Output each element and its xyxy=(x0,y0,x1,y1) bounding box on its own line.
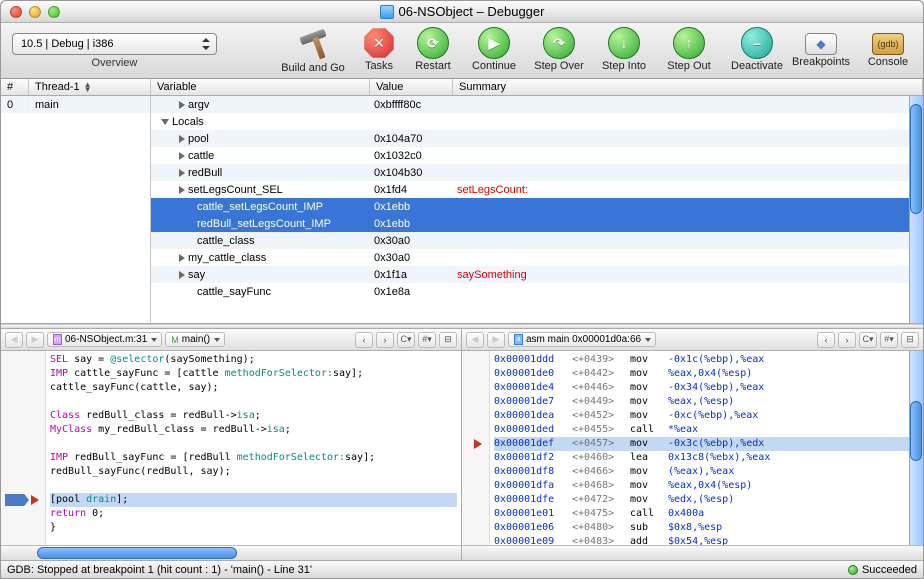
variables-tree[interactable]: argv0xbffff80cLocalspool0x104a70cattle0x… xyxy=(151,96,923,323)
status-text: GDB: Stopped at breakpoint 1 (hit count … xyxy=(7,564,312,576)
variable-row[interactable]: setLegsCount_SEL0x1fd4setLegsCount: xyxy=(151,181,923,198)
asm-row[interactable]: 0x00001ddd<+0439>mov-0x1c(%ebp),%eax xyxy=(494,353,919,367)
asm-back-button[interactable]: ◀ xyxy=(466,332,484,348)
restart-button[interactable]: ⟳ xyxy=(417,27,449,59)
file-crumb[interactable]: m06-NSObject.m:31 xyxy=(47,332,162,347)
variable-row[interactable]: Locals xyxy=(151,113,923,130)
variable-row[interactable]: cattle_sayFunc0x1e8a xyxy=(151,283,923,300)
source-gutter[interactable] xyxy=(1,351,46,545)
variable-row[interactable]: pool0x104a70 xyxy=(151,130,923,147)
asm-aux-1[interactable]: ‹ xyxy=(817,332,835,348)
asm-row[interactable]: 0x00001df2<+0460>lea0x13c8(%ebx),%eax xyxy=(494,451,919,465)
nav-aux-1[interactable]: ‹ xyxy=(355,332,373,348)
col-variable[interactable]: Variable xyxy=(151,79,370,95)
step-over-button[interactable]: ↷ xyxy=(543,27,575,59)
asm-row[interactable]: 0x00001ded<+0455>call*%eax xyxy=(494,423,919,437)
continue-button[interactable]: ▶ xyxy=(478,27,510,59)
overview-label: Overview xyxy=(92,57,138,69)
asm-row[interactable]: 0x00001e09<+0483>add$0x54,%esp xyxy=(494,535,919,545)
asm-row[interactable]: 0x00001de0<+0442>mov%eax,0x4(%esp) xyxy=(494,367,919,381)
variables-scrollbar[interactable] xyxy=(909,96,923,323)
asm-pc-arrow-icon xyxy=(474,439,482,449)
asm-view[interactable]: 0x00001ddd<+0439>mov-0x1c(%ebp),%eax0x00… xyxy=(490,351,923,545)
nav-aux-2[interactable]: › xyxy=(376,332,394,348)
asm-file-crumb[interactable]: aasm main 0x00001d0a:66 xyxy=(508,332,656,347)
step-out-button[interactable]: ↑ xyxy=(673,27,705,59)
asm-row[interactable]: 0x00001e06<+0480>sub$0x8,%esp xyxy=(494,521,919,535)
status-bar: GDB: Stopped at breakpoint 1 (hit count … xyxy=(1,560,923,578)
func-crumb[interactable]: Mmain() xyxy=(165,332,225,347)
nav-aux-hash[interactable]: #▾ xyxy=(418,332,436,348)
pc-arrow-icon xyxy=(31,495,39,505)
overview-select[interactable]: 10.5 | Debug | i386 xyxy=(12,33,217,55)
asm-row[interactable]: 0x00001def<+0457>mov-0x3c(%ebp),%edx xyxy=(494,437,919,451)
asm-row[interactable]: 0x00001dea<+0452>mov-0xc(%ebp),%eax xyxy=(494,409,919,423)
back-button[interactable]: ◀ xyxy=(5,332,23,348)
asm-aux-c[interactable]: C▾ xyxy=(859,332,877,348)
toolbar: 10.5 | Debug | i386 Overview Build and G… xyxy=(1,23,923,79)
variable-row[interactable]: cattle_setLegsCount_IMP0x1ebb xyxy=(151,198,923,215)
build-and-go-label: Build and Go xyxy=(281,62,345,74)
col-value[interactable]: Value xyxy=(370,79,453,95)
col-thread[interactable]: Thread-1▲▼ xyxy=(29,79,151,95)
asm-row[interactable]: 0x00001dfa<+0468>mov%eax,0x4(%esp) xyxy=(494,479,919,493)
tasks-button[interactable]: ✕ xyxy=(363,27,395,59)
asm-row[interactable]: 0x00001de4<+0446>mov-0x34(%ebp),%eax xyxy=(494,381,919,395)
col-summary[interactable]: Summary xyxy=(453,79,923,95)
asm-aux-hash[interactable]: #▾ xyxy=(880,332,898,348)
asm-nav-bar: ◀ ▶ aasm main 0x00001d0a:66 ‹ › C▾ #▾ ⊟ xyxy=(462,329,923,351)
nav-aux-c[interactable]: C▾ xyxy=(397,332,415,348)
variable-row[interactable]: say0x1f1asaySomething xyxy=(151,266,923,283)
asm-aux-2[interactable]: › xyxy=(838,332,856,348)
source-editor[interactable]: SEL say = @selector(saySomething);IMP ca… xyxy=(46,351,461,545)
titlebar: 06-NSObject – Debugger xyxy=(1,1,923,23)
success-icon xyxy=(848,565,858,575)
source-hscroll[interactable] xyxy=(1,545,461,560)
variable-row[interactable]: my_cattle_class0x30a0 xyxy=(151,249,923,266)
col-index[interactable]: # xyxy=(1,79,29,95)
asm-forward-button[interactable]: ▶ xyxy=(487,332,505,348)
asm-scrollbar[interactable] xyxy=(909,351,923,545)
variable-row[interactable]: argv0xbffff80c xyxy=(151,96,923,113)
variables-header: # Thread-1▲▼ Variable Value Summary xyxy=(1,79,923,96)
asm-row[interactable]: 0x00001df8<+0466>mov(%eax),%eax xyxy=(494,465,919,479)
variable-row[interactable]: redBull0x104b30 xyxy=(151,164,923,181)
asm-hscroll[interactable] xyxy=(462,545,923,560)
forward-button[interactable]: ▶ xyxy=(26,332,44,348)
asm-row[interactable]: 0x00001de7<+0449>mov%eax,(%esp) xyxy=(494,395,919,409)
thread-name: main xyxy=(29,99,59,111)
variable-row[interactable]: cattle_class0x30a0 xyxy=(151,232,923,249)
variable-row[interactable]: cattle0x1032c0 xyxy=(151,147,923,164)
thread-list[interactable]: 0 main xyxy=(1,96,151,323)
nav-aux-split[interactable]: ⊟ xyxy=(439,332,457,348)
breakpoints-button[interactable]: ◆ xyxy=(805,33,837,55)
build-and-go-icon[interactable] xyxy=(296,27,330,61)
status-right: Succeeded xyxy=(862,564,917,576)
thread-idx: 0 xyxy=(1,99,29,111)
variable-row[interactable]: redBull_setLegsCount_IMP0x1ebb xyxy=(151,215,923,232)
step-into-button[interactable]: ↓ xyxy=(608,27,640,59)
source-nav-bar: ◀ ▶ m06-NSObject.m:31 Mmain() ‹ › C▾ #▾ … xyxy=(1,329,461,351)
asm-aux-split[interactable]: ⊟ xyxy=(901,332,919,348)
asm-row[interactable]: 0x00001dfe<+0472>mov%edx,(%esp) xyxy=(494,493,919,507)
deactivate-button[interactable]: – xyxy=(741,27,773,59)
asm-gutter[interactable] xyxy=(462,351,490,545)
file-icon xyxy=(380,5,394,19)
console-button[interactable]: (gdb) xyxy=(872,33,904,55)
breakpoint-marker[interactable] xyxy=(5,494,29,506)
asm-row[interactable]: 0x00001e01<+0475>call0x400a xyxy=(494,507,919,521)
window-title: 06-NSObject – Debugger xyxy=(399,4,545,19)
